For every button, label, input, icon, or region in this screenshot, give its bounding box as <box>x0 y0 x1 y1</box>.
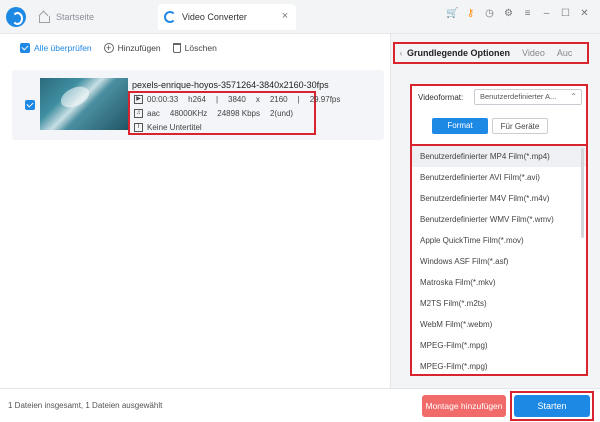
subtitle-icon: T <box>134 123 143 132</box>
format-settings: Videoformat: Benutzerdefinierter A... ⌃ … <box>410 84 588 376</box>
start-button-highlight: Starten <box>510 391 594 421</box>
video-meta-line: ▶ 00:00:33 h264 | 3840 x 2160 | 29.97fps <box>134 95 350 104</box>
audio-meta-line: ♫ aac 48000KHz 24898 Kbps 2(und) <box>134 109 303 118</box>
format-list: Benutzerdefinierter MP4 Film(*.mp4) Benu… <box>412 144 586 374</box>
video-format-label: Videoformat: <box>418 92 464 102</box>
add-button[interactable]: + Hinzufügen <box>103 43 161 53</box>
separator: | <box>215 95 219 104</box>
audio-codec: aac <box>147 109 160 118</box>
add-label: Hinzufügen <box>117 43 161 53</box>
format-option[interactable]: WebM Film(*.webm) <box>412 314 586 335</box>
seg-format-button[interactable]: Format <box>432 118 488 134</box>
home-icon <box>38 11 50 23</box>
tab-video[interactable]: Video <box>522 48 545 58</box>
trash-icon <box>172 43 181 53</box>
subtitle-meta-line: T Keine Untertitel <box>134 123 212 132</box>
format-list-scrollbar[interactable] <box>581 148 584 238</box>
format-option[interactable]: Benutzerdefinierter M4V Film(*.m4v) <box>412 188 586 209</box>
format-type-toggle: Format Für Geräte <box>432 118 548 134</box>
close-window-icon[interactable]: ✕ <box>579 8 590 19</box>
tab-video-converter[interactable]: Video Converter × <box>158 4 296 30</box>
menu-icon[interactable]: ≡ <box>522 8 533 19</box>
tab-home[interactable]: Startseite <box>32 4 152 30</box>
duration: 00:00:33 <box>147 95 179 104</box>
format-option[interactable]: Matroska Film(*.mkv) <box>412 272 586 293</box>
format-option[interactable]: M2TS Film(*.m2ts) <box>412 293 586 314</box>
frame-rate: 29.97fps <box>309 95 341 104</box>
window-controls: 🛒 ⚷ ◷ ⚙ ≡ – ☐ ✕ <box>446 8 590 19</box>
format-option[interactable]: MPEG-Film(*.mpg) <box>412 356 586 374</box>
video-format-select[interactable]: Benutzerdefinierter A... ⌃ <box>474 89 582 105</box>
video-info-icon: ▶ <box>134 95 143 104</box>
sample-rate: 48000KHz <box>169 109 208 118</box>
close-tab-icon[interactable]: × <box>280 11 290 22</box>
add-montage-button[interactable]: Montage hinzufügen <box>422 395 506 417</box>
checkbox-icon <box>20 43 30 53</box>
file-name: pexels-enrique-hoyos-3571264-3840x2160-3… <box>132 80 329 90</box>
title-bar: Startseite Video Converter × 🛒 ⚷ ◷ ⚙ ≡ –… <box>0 0 600 34</box>
format-option[interactable]: MPEG-Film(*.mpg) <box>412 335 586 356</box>
video-format-value: Benutzerdefinierter A... <box>480 92 557 101</box>
start-button[interactable]: Starten <box>514 395 590 417</box>
video-codec: h264 <box>188 95 206 104</box>
channels: 2(und) <box>269 109 294 118</box>
seg-devices-button[interactable]: Für Geräte <box>492 118 548 134</box>
settings-gear-icon[interactable]: ⚙ <box>503 8 514 19</box>
history-icon[interactable]: ◷ <box>484 8 495 19</box>
converter-icon <box>164 11 176 23</box>
times-sign: x <box>255 95 260 104</box>
app-logo-icon <box>6 7 26 27</box>
file-checkbox[interactable] <box>25 100 35 110</box>
tab-scroll-left-icon[interactable]: ‹ <box>395 48 407 58</box>
format-option[interactable]: Apple QuickTime Film(*.mov) <box>412 230 586 251</box>
bottom-bar: 1 Dateien insgesamt, 1 Dateien ausgewähl… <box>0 388 600 422</box>
video-thumbnail[interactable] <box>40 78 128 130</box>
tab-basic-options[interactable]: Grundlegende Optionen <box>407 48 510 58</box>
video-format-row: Videoformat: Benutzerdefinierter A... ⌃ <box>412 86 586 108</box>
separator: | <box>297 95 300 104</box>
height: 2160 <box>269 95 288 104</box>
file-metadata: ▶ 00:00:33 h264 | 3840 x 2160 | 29.97fps… <box>128 91 340 135</box>
bitrate: 24898 Kbps <box>217 109 260 118</box>
add-icon: + <box>103 43 114 53</box>
minimize-icon[interactable]: – <box>541 8 552 19</box>
chevron-up-icon: ⌃ <box>570 92 577 101</box>
delete-label: Löschen <box>184 43 217 53</box>
key-icon[interactable]: ⚷ <box>465 8 476 19</box>
format-option[interactable]: Benutzerdefinierter AVI Film(*.avi) <box>412 167 586 188</box>
format-option[interactable]: Benutzerdefinierter MP4 Film(*.mp4) <box>412 146 586 167</box>
delete-button[interactable]: Löschen <box>172 43 217 53</box>
audio-info-icon: ♫ <box>134 109 143 118</box>
select-all-label: Alle überprüfen <box>34 43 92 53</box>
tab-converter-label: Video Converter <box>182 12 247 22</box>
status-text: 1 Dateien insgesamt, 1 Dateien ausgewähl… <box>8 401 163 410</box>
tab-audio[interactable]: Auc <box>557 48 573 58</box>
settings-tabs: ‹ Grundlegende Optionen Video Auc <box>393 42 589 64</box>
width: 3840 <box>228 95 246 104</box>
select-all-button[interactable]: Alle überprüfen <box>20 43 92 53</box>
subtitle-status: Keine Untertitel <box>147 123 202 132</box>
cart-icon[interactable]: 🛒 <box>446 8 458 19</box>
file-toolbar: Alle überprüfen + Hinzufügen Löschen <box>20 40 217 56</box>
tab-home-label: Startseite <box>56 12 95 22</box>
format-option[interactable]: Benutzerdefinierter WMV Film(*.wmv) <box>412 209 586 230</box>
format-option[interactable]: Windows ASF Film(*.asf) <box>412 251 586 272</box>
maximize-icon[interactable]: ☐ <box>560 8 571 19</box>
